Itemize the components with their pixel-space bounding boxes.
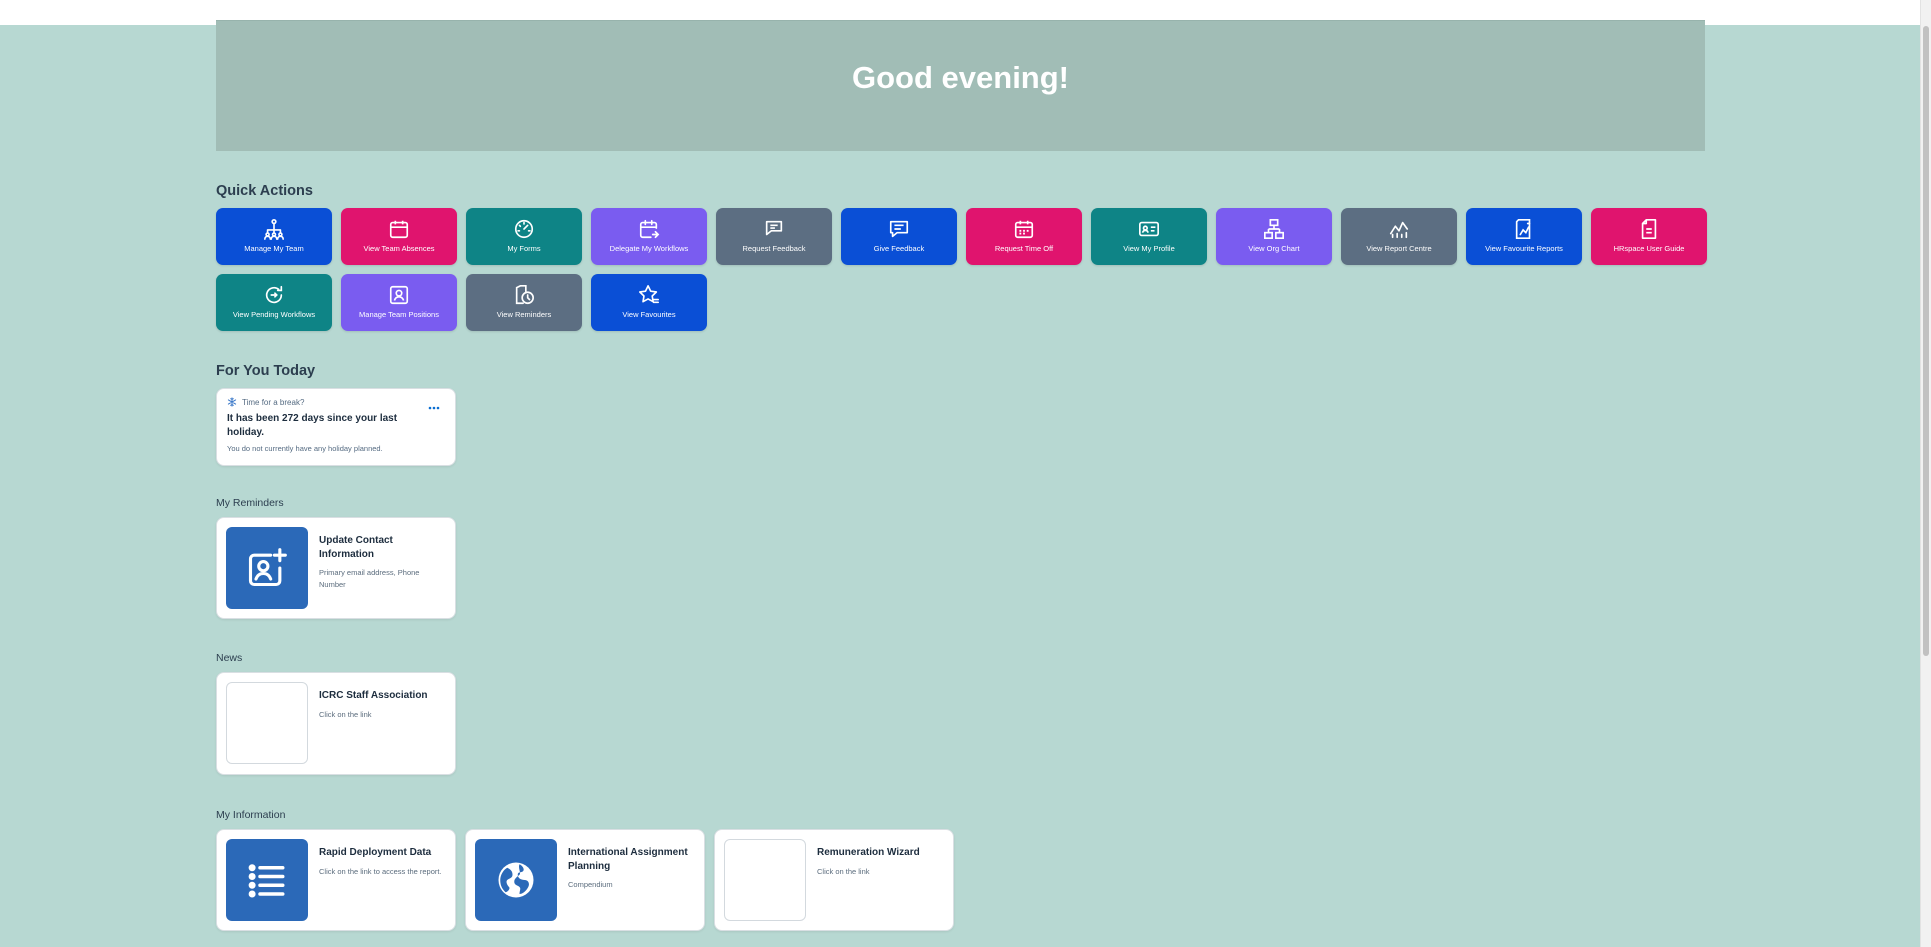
quick-action-label: Delegate My Workflows bbox=[609, 244, 689, 253]
snowflake-icon bbox=[227, 397, 237, 407]
scrollbar-thumb[interactable] bbox=[1923, 26, 1929, 656]
calendar-grid-icon bbox=[1013, 218, 1035, 240]
quick-action-label: My Forms bbox=[507, 244, 541, 253]
globe-icon bbox=[498, 862, 534, 898]
quick-action-view-my-profile[interactable]: View My Profile bbox=[1091, 208, 1207, 265]
card-title: It has been 272 days since your last hol… bbox=[227, 413, 398, 438]
reminder-clock-icon bbox=[513, 284, 535, 306]
info-tile-remuneration-wizard[interactable]: Remuneration Wizard Click on the link bbox=[714, 829, 954, 931]
tile-title: Rapid Deployment Data bbox=[319, 847, 432, 858]
quick-actions-grid: Manage My Team View Team Absences My For… bbox=[216, 208, 1707, 331]
card-header-text: Time for a break? bbox=[242, 397, 305, 407]
for-you-today-title: For You Today bbox=[216, 363, 316, 379]
tile-title: Update Contact Information bbox=[319, 535, 393, 560]
vertical-scrollbar[interactable] bbox=[1920, 0, 1931, 947]
quick-action-manage-my-team[interactable]: Manage My Team bbox=[216, 208, 332, 265]
card-header: Time for a break? bbox=[227, 397, 445, 407]
quick-action-label: Manage Team Positions bbox=[359, 310, 439, 319]
quick-action-request-feedback[interactable]: Request Feedback bbox=[716, 208, 832, 265]
quick-action-view-team-absences[interactable]: View Team Absences bbox=[341, 208, 457, 265]
quick-action-delegate-my-workflows[interactable]: Delegate My Workflows bbox=[591, 208, 707, 265]
tile-description: Click on the link bbox=[817, 866, 870, 876]
more-options-button[interactable] bbox=[427, 401, 441, 415]
org-chart-icon bbox=[1263, 218, 1285, 240]
quick-action-label: HRspace User Guide bbox=[1613, 244, 1685, 253]
tile-description: Click on the link bbox=[319, 709, 372, 719]
quick-action-label: View Org Chart bbox=[1248, 244, 1300, 253]
quick-action-label: View My Profile bbox=[1123, 244, 1175, 253]
my-information-title: My Information bbox=[216, 809, 286, 821]
more-icon bbox=[428, 406, 440, 410]
quick-action-manage-team-positions[interactable]: Manage Team Positions bbox=[341, 274, 457, 331]
quick-action-label: View Favourites bbox=[622, 310, 676, 319]
document-icon bbox=[1638, 218, 1660, 240]
chat-bubbles-icon bbox=[763, 218, 785, 240]
quick-action-view-favourites[interactable]: View Favourites bbox=[591, 274, 707, 331]
tile-description: Compendium bbox=[568, 880, 613, 889]
tile-thumbnail bbox=[226, 682, 308, 764]
quick-action-label: View Pending Workflows bbox=[232, 310, 316, 319]
tile-thumbnail bbox=[475, 839, 557, 921]
holiday-reminder-card[interactable]: Time for a break? It has been 272 days s… bbox=[216, 388, 456, 466]
tile-thumbnail bbox=[724, 839, 806, 921]
quick-action-label: Request Feedback bbox=[742, 244, 806, 253]
quick-action-view-favourite-reports[interactable]: View Favourite Reports bbox=[1466, 208, 1582, 265]
quick-action-request-time-off[interactable]: Request Time Off bbox=[966, 208, 1082, 265]
quick-action-label: View Reminders bbox=[496, 310, 552, 319]
news-tile-icrc-staff-association[interactable]: ICRC Staff Association Click on the link bbox=[216, 672, 456, 775]
quick-action-view-reminders[interactable]: View Reminders bbox=[466, 274, 582, 331]
info-tile-international-assignment-planning[interactable]: International Assignment Planning Compen… bbox=[465, 829, 705, 931]
my-reminders-title: My Reminders bbox=[216, 497, 284, 509]
quick-action-label: View Report Centre bbox=[1366, 244, 1432, 253]
message-icon bbox=[888, 218, 910, 240]
line-chart-icon bbox=[1388, 218, 1410, 240]
report-icon bbox=[1513, 218, 1535, 240]
tile-title: ICRC Staff Association bbox=[319, 690, 428, 701]
quick-action-label: Manage My Team bbox=[244, 244, 304, 253]
quick-action-view-org-chart[interactable]: View Org Chart bbox=[1216, 208, 1332, 265]
greeting-banner: Good evening! bbox=[216, 20, 1705, 151]
calendar-icon bbox=[388, 218, 410, 240]
refresh-pending-icon bbox=[263, 284, 285, 306]
quick-action-view-report-centre[interactable]: View Report Centre bbox=[1341, 208, 1457, 265]
list-icon bbox=[248, 864, 285, 898]
tile-description: Click on the link to access the report. bbox=[319, 866, 442, 876]
star-list-icon bbox=[638, 284, 660, 306]
quick-action-my-forms[interactable]: My Forms bbox=[466, 208, 582, 265]
dashboard-gauge-icon bbox=[513, 218, 535, 240]
quick-action-label: Give Feedback bbox=[873, 244, 925, 253]
add-contact-icon bbox=[248, 548, 287, 587]
quick-action-label: View Favourite Reports bbox=[1485, 244, 1563, 253]
quick-action-view-pending-workflows[interactable]: View Pending Workflows bbox=[216, 274, 332, 331]
home-page: Good evening! Quick Actions Manage My Te… bbox=[216, 20, 1707, 931]
tile-thumbnail bbox=[226, 839, 308, 921]
tile-title: International Assignment Planning bbox=[568, 847, 688, 872]
quick-action-give-feedback[interactable]: Give Feedback bbox=[841, 208, 957, 265]
org-team-icon bbox=[263, 218, 285, 240]
greeting-title: Good evening! bbox=[852, 60, 1069, 95]
tile-title: Remuneration Wizard bbox=[817, 847, 920, 858]
quick-action-hrspace-user-guide[interactable]: HRspace User Guide bbox=[1591, 208, 1707, 265]
news-title: News bbox=[216, 652, 243, 664]
card-subtitle: You do not currently have any holiday pl… bbox=[227, 444, 383, 453]
quick-action-label: View Team Absences bbox=[363, 244, 435, 253]
quick-actions-title: Quick Actions bbox=[216, 183, 313, 199]
person-frame-icon bbox=[388, 284, 410, 306]
tile-thumbnail bbox=[226, 527, 308, 609]
my-information-row: Rapid Deployment Data Click on the link … bbox=[216, 829, 1705, 931]
id-card-icon bbox=[1138, 218, 1160, 240]
info-tile-rapid-deployment-data[interactable]: Rapid Deployment Data Click on the link … bbox=[216, 829, 456, 931]
reminder-tile-update-contact[interactable]: Update Contact Information Primary email… bbox=[216, 517, 456, 619]
calendar-forward-icon bbox=[638, 218, 660, 240]
quick-action-label: Request Time Off bbox=[994, 244, 1054, 253]
tile-description: Primary email address, Phone Number bbox=[319, 568, 420, 589]
